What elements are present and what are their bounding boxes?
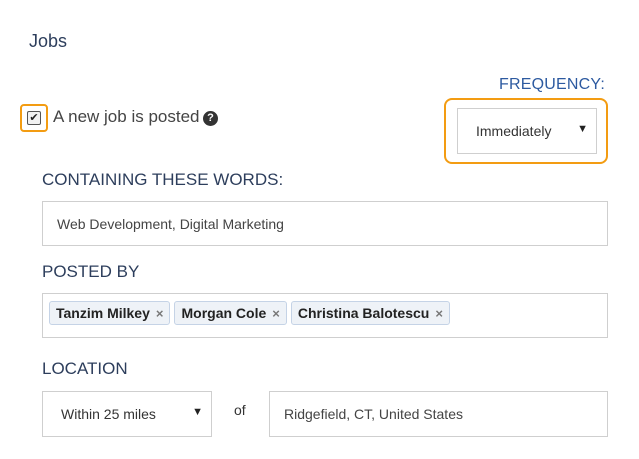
posted-by-tag: Tanzim Milkey × (49, 301, 171, 325)
frequency-select-value: Immediately (476, 123, 552, 139)
radius-select-value: Within 25 miles (61, 406, 156, 422)
posted-by-tag: Morgan Cole × (174, 301, 287, 325)
frequency-label: FREQUENCY: (499, 76, 606, 93)
posted-by-label: POSTED BY (42, 262, 140, 281)
keywords-label: CONTAINING THESE WORDS: (42, 170, 284, 189)
new-job-checkbox-wrapper[interactable]: ✔ (20, 104, 48, 132)
new-job-label: A new job is posted (53, 107, 200, 126)
remove-tag-icon[interactable]: × (156, 306, 164, 321)
keywords-input[interactable]: Web Development, Digital Marketing (42, 201, 608, 246)
keywords-input-value: Web Development, Digital Marketing (57, 216, 284, 232)
new-job-checkbox[interactable]: ✔ (27, 111, 41, 125)
location-input-value: Ridgefield, CT, United States (284, 406, 463, 422)
location-label: LOCATION (42, 359, 128, 378)
location-input[interactable]: Ridgefield, CT, United States (269, 391, 608, 437)
chevron-down-icon: ▼ (192, 406, 203, 418)
of-label: of (234, 402, 246, 418)
help-icon[interactable]: ? (203, 111, 218, 126)
radius-select[interactable]: Within 25 miles ▼ (42, 391, 212, 437)
job-alerts-panel: Jobs FREQUENCY: ✔ A new job is posted ? … (0, 0, 639, 459)
tag-label: Morgan Cole (181, 305, 267, 321)
posted-by-tag: Christina Balotescu × (290, 301, 450, 325)
chevron-down-icon: ▼ (577, 123, 588, 135)
tag-label: Christina Balotescu (297, 305, 430, 321)
checkmark-icon: ✔ (29, 112, 39, 124)
remove-tag-icon[interactable]: × (435, 306, 443, 321)
remove-tag-icon[interactable]: × (272, 306, 280, 321)
section-title: Jobs (29, 31, 68, 51)
frequency-select[interactable]: Immediately ▼ (457, 108, 597, 154)
posted-by-tags: Tanzim Milkey × Morgan Cole × Christina … (49, 301, 450, 325)
posted-by-input[interactable]: Tanzim Milkey × Morgan Cole × Christina … (42, 293, 608, 338)
tag-label: Tanzim Milkey (56, 305, 150, 321)
